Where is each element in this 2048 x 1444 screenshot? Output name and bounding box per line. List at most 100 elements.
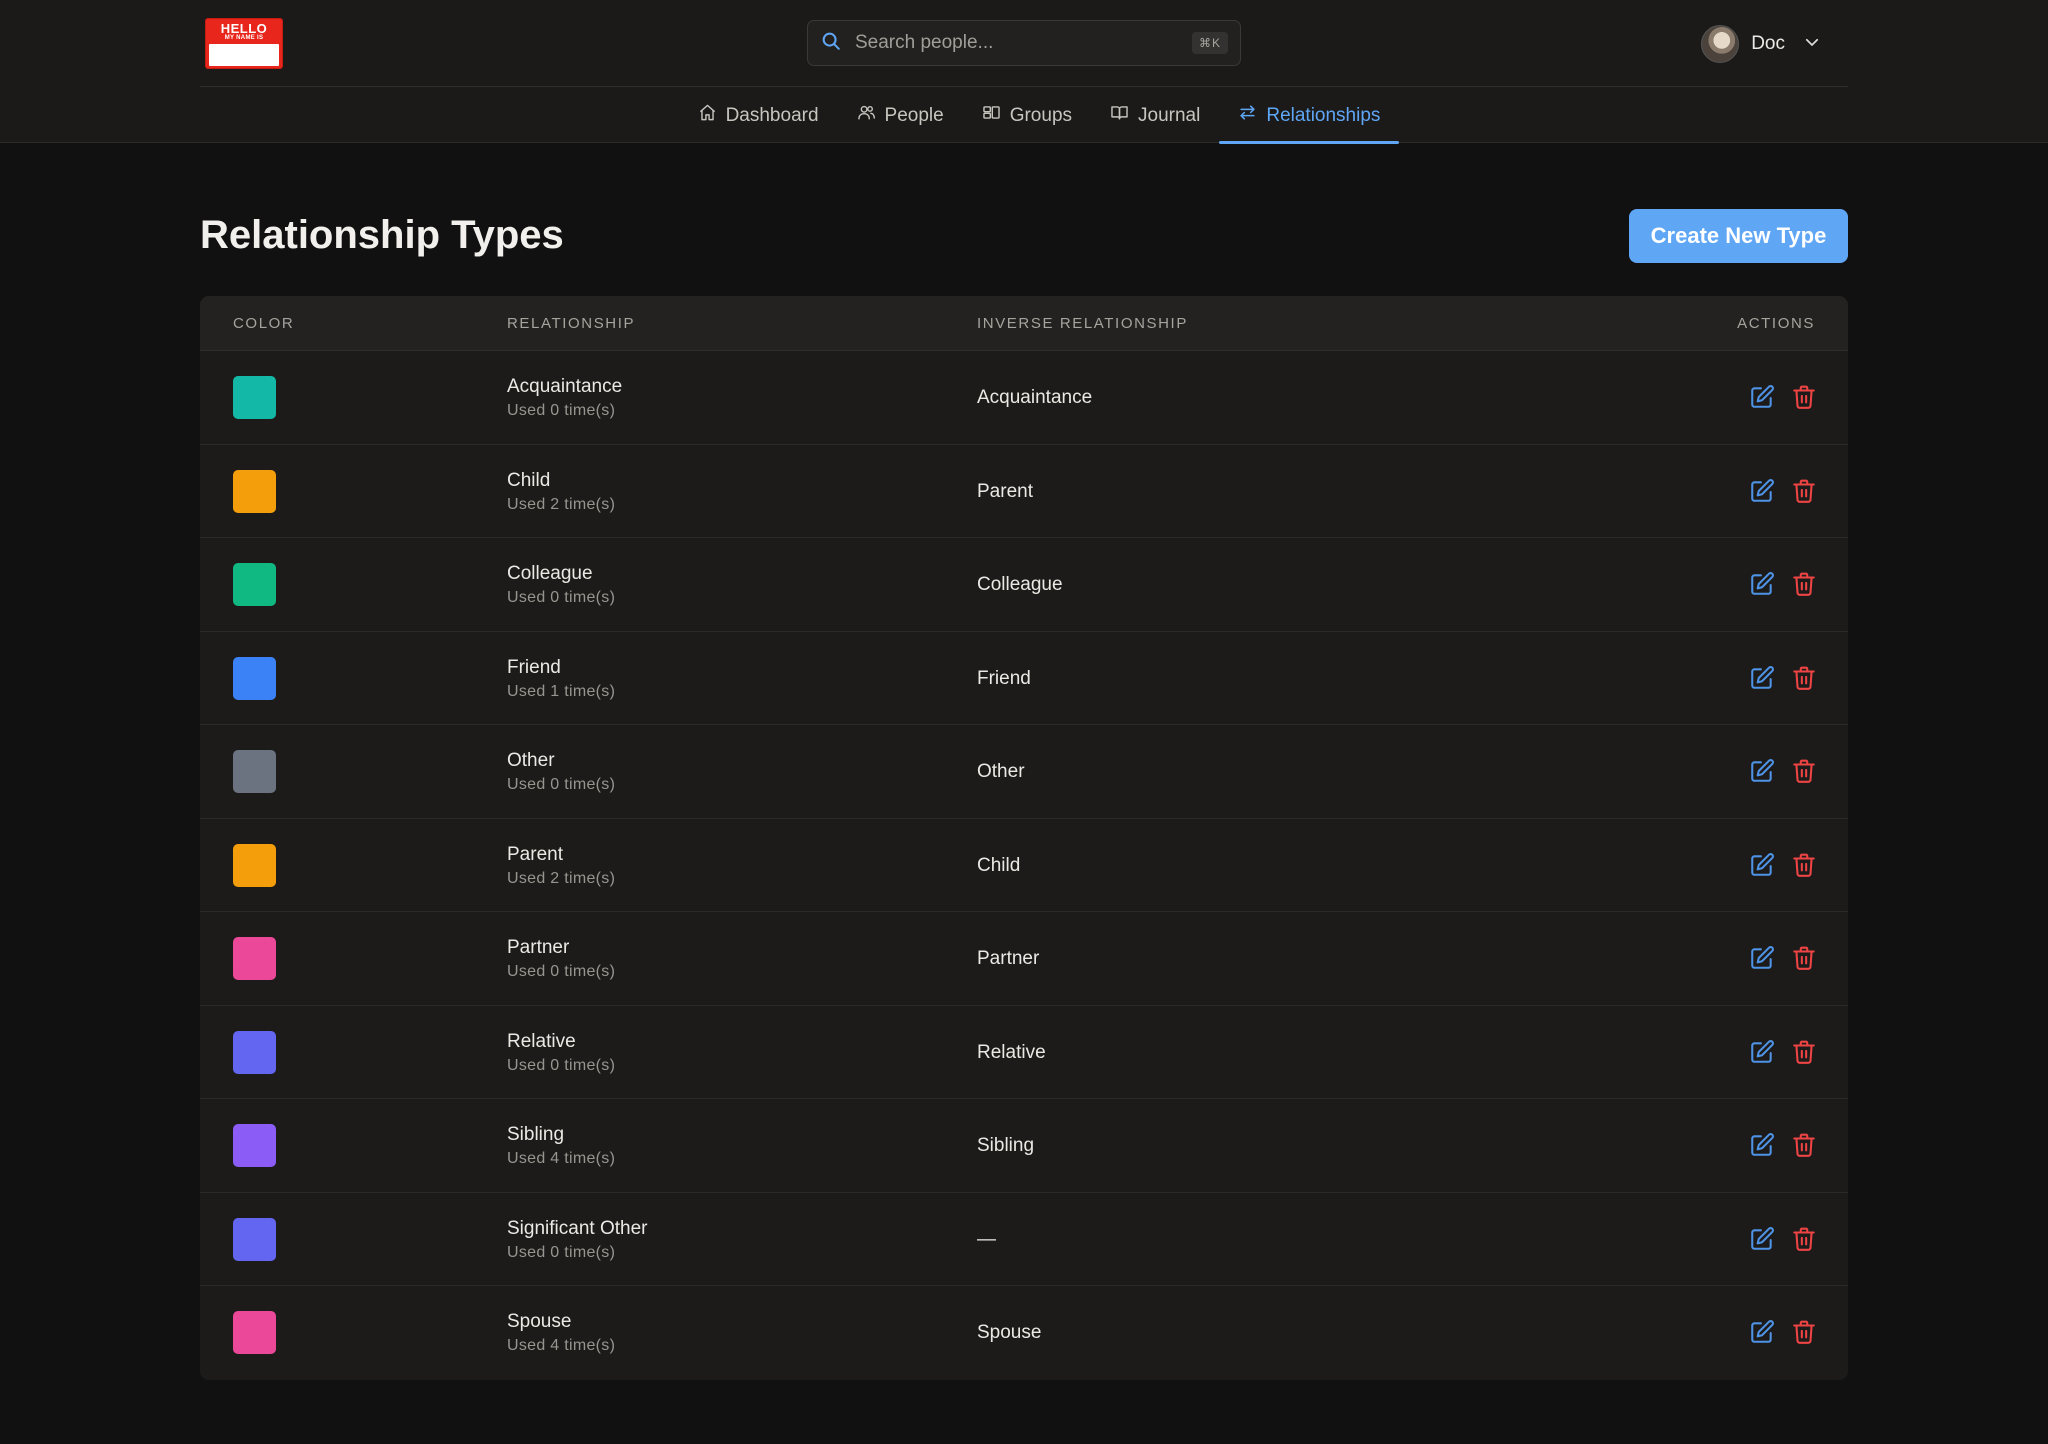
usage-count: Used 0 time(s) [507, 402, 616, 419]
color-swatch [233, 1311, 276, 1354]
trash-icon [1793, 1227, 1815, 1251]
edit-button[interactable] [1749, 665, 1775, 691]
user-name: Doc [1751, 33, 1785, 54]
table-row: Relative Used 0 time(s) Relative [200, 1006, 1848, 1099]
edit-button[interactable] [1749, 571, 1775, 597]
trash-icon [1793, 1320, 1815, 1344]
search-shortcut-badge: ⌘K [1191, 32, 1228, 54]
search-icon [820, 30, 842, 57]
trash-icon [1793, 1040, 1815, 1064]
usage-count: Used 1 time(s) [507, 682, 616, 700]
relationship-name: Other [507, 750, 555, 771]
edit-button[interactable] [1749, 478, 1775, 504]
delete-button[interactable] [1791, 945, 1817, 971]
delete-button[interactable] [1791, 571, 1817, 597]
arrows-icon [1238, 103, 1257, 128]
edit-icon [1751, 1133, 1774, 1156]
edit-button[interactable] [1749, 1226, 1775, 1252]
inverse-relationship: Spouse [977, 1322, 1042, 1343]
tab-label: Dashboard [725, 104, 819, 126]
tab-dashboard[interactable]: Dashboard [679, 88, 838, 143]
edit-icon [1751, 1320, 1774, 1343]
user-menu[interactable]: Doc [1701, 24, 1821, 64]
edit-button[interactable] [1749, 758, 1775, 784]
edit-button[interactable] [1749, 945, 1775, 971]
edit-button[interactable] [1749, 384, 1775, 410]
avatar[interactable] [1701, 25, 1740, 63]
tab-groups[interactable]: Groups [963, 88, 1091, 143]
tab-label: Journal [1138, 104, 1201, 126]
tab-journal[interactable]: Journal [1091, 88, 1219, 143]
edit-button[interactable] [1749, 1319, 1775, 1345]
trash-icon [1793, 1133, 1815, 1157]
logo-hello-text: HELLO [220, 21, 268, 36]
column-header-actions: ACTIONS [1737, 315, 1815, 332]
color-swatch [233, 937, 276, 980]
logo-myname-text: MY NAME IS [224, 35, 264, 41]
delete-button[interactable] [1791, 1039, 1817, 1065]
relationship-name: Spouse [507, 1311, 572, 1332]
edit-icon [1751, 1226, 1774, 1250]
inverse-relationship: Acquaintance [977, 387, 1093, 408]
search-box[interactable]: ⌘K [807, 20, 1241, 66]
delete-button[interactable] [1791, 758, 1817, 784]
table-row: Acquaintance Used 0 time(s) Acquaintance [200, 351, 1848, 445]
edit-icon [1751, 665, 1774, 689]
table-row: Significant Other Used 0 time(s) — [200, 1193, 1848, 1286]
relationship-name: Child [507, 469, 551, 491]
table-row: Sibling Used 4 time(s) Sibling [200, 1099, 1848, 1193]
relationship-name: Partner [507, 937, 570, 958]
delete-button[interactable] [1791, 384, 1817, 410]
table-row: Colleague Used 0 time(s) Colleague [200, 538, 1848, 632]
edit-icon [1751, 385, 1774, 408]
relationship-name: Acquaintance [507, 376, 623, 397]
delete-button[interactable] [1791, 852, 1817, 878]
edit-button[interactable] [1749, 852, 1775, 878]
edit-icon [1751, 478, 1774, 502]
delete-button[interactable] [1791, 478, 1817, 504]
groups-icon [982, 103, 1001, 128]
relationship-name: Friend [507, 656, 561, 678]
usage-count: Used 2 time(s) [507, 869, 616, 887]
delete-button[interactable] [1791, 1132, 1817, 1158]
tab-people[interactable]: People [838, 88, 963, 143]
edit-button[interactable] [1749, 1132, 1775, 1158]
color-swatch [233, 656, 276, 700]
trash-icon [1793, 946, 1815, 970]
create-new-type-button[interactable]: Create New Type [1629, 209, 1848, 263]
users-icon [857, 103, 876, 128]
main-nav: Dashboard People Groups Journal Relation… [0, 88, 2048, 144]
tab-relationships[interactable]: Relationships [1219, 88, 1400, 144]
delete-button[interactable] [1791, 1319, 1817, 1345]
delete-button[interactable] [1791, 1226, 1817, 1252]
inverse-relationship: Friend [977, 667, 1031, 689]
edit-icon [1751, 946, 1774, 969]
inverse-relationship: — [977, 1228, 996, 1250]
trash-icon [1793, 385, 1815, 409]
edit-button[interactable] [1749, 1039, 1775, 1065]
edit-icon [1751, 1039, 1774, 1063]
color-swatch [233, 1124, 276, 1167]
column-header-color: COLOR [233, 315, 295, 332]
column-header-relationship: RELATIONSHIP [507, 315, 636, 332]
trash-icon [1793, 666, 1815, 690]
chevron-down-icon[interactable] [1797, 33, 1821, 56]
trash-icon [1793, 479, 1815, 503]
color-swatch [233, 843, 276, 887]
relationship-name: Significant Other [507, 1217, 648, 1239]
inverse-relationship: Partner [977, 948, 1040, 969]
table-row: Child Used 2 time(s) Parent [200, 445, 1848, 538]
inverse-relationship: Sibling [977, 1135, 1035, 1156]
table-row: Spouse Used 4 time(s) Spouse [200, 1286, 1848, 1380]
color-swatch [233, 1217, 276, 1261]
top-bar: HELLO MY NAME IS ⌘K Doc Dashboar [0, 0, 2048, 144]
trash-icon [1793, 853, 1815, 877]
book-icon [1110, 103, 1129, 128]
app-logo[interactable]: HELLO MY NAME IS [205, 18, 283, 69]
delete-button[interactable] [1791, 665, 1817, 691]
table-row: Other Used 0 time(s) Other [200, 725, 1848, 819]
search-input[interactable] [855, 32, 1192, 54]
inverse-relationship: Relative [977, 1041, 1046, 1063]
relationship-name: Parent [507, 843, 563, 865]
usage-count: Used 0 time(s) [507, 1243, 616, 1261]
